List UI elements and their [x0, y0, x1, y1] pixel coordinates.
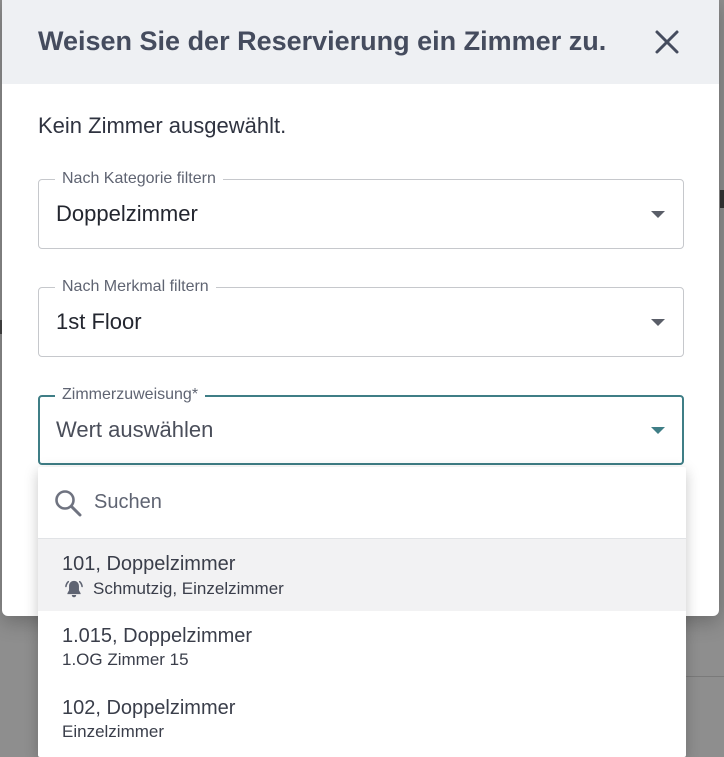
dialog-header: Weisen Sie der Reservierung ein Zimmer z… [2, 0, 719, 84]
category-filter-label: Nach Kategorie filtern [55, 170, 223, 188]
chevron-down-icon [651, 319, 665, 326]
dropdown-search [38, 467, 686, 539]
feature-filter-label: Nach Merkmal filtern [55, 278, 216, 296]
room-option-subtitle: 1.OG Zimmer 15 [62, 650, 189, 669]
room-option-subtitle: Schmutzig, Einzelzimmer [62, 578, 284, 600]
category-filter-select[interactable]: Nach Kategorie filtern Doppelzimmer [38, 170, 684, 249]
dialog-title: Weisen Sie der Reservierung ein Zimmer z… [38, 26, 607, 56]
room-option-title: 102, Doppelzimmer [62, 697, 236, 719]
chevron-down-icon [651, 211, 665, 218]
room-options-dropdown: 101, Doppelzimmer Schmutzig, Einzelzimme… [38, 467, 686, 757]
feature-filter-select[interactable]: Nach Merkmal filtern 1st Floor [38, 278, 684, 357]
chevron-down-icon [651, 427, 665, 434]
search-icon [55, 490, 82, 517]
room-assignment-label: Zimmerzuweisung* [55, 386, 206, 404]
selection-status: Kein Zimmer ausgewählt. [38, 113, 287, 138]
room-option-title: 101, Doppelzimmer [62, 553, 236, 575]
backdrop-divider [684, 676, 724, 677]
close-icon [655, 30, 679, 54]
room-option[interactable]: 101, Doppelzimmer Schmutzig, Einzelzimme… [38, 539, 686, 611]
backdrop-fragment [720, 190, 724, 208]
room-option-subtitle-text: Schmutzig, Einzelzimmer [93, 579, 284, 598]
room-option[interactable]: 102, Doppelzimmer Einzelzimmer [38, 683, 686, 755]
bell-icon [65, 580, 83, 598]
room-option-subtitle: Einzelzimmer [62, 722, 165, 741]
close-button[interactable] [653, 28, 681, 56]
feature-filter-value: 1st Floor [56, 309, 142, 334]
search-input[interactable] [94, 487, 654, 517]
category-filter-value: Doppelzimmer [56, 201, 198, 226]
room-option-title: 1.015, Doppelzimmer [62, 625, 253, 647]
room-assignment-value: Wert auswählen [56, 417, 214, 442]
room-option[interactable]: 1.015, Doppelzimmer 1.OG Zimmer 15 [38, 611, 686, 683]
room-assignment-select[interactable]: Zimmerzuweisung* Wert auswählen [38, 386, 684, 465]
